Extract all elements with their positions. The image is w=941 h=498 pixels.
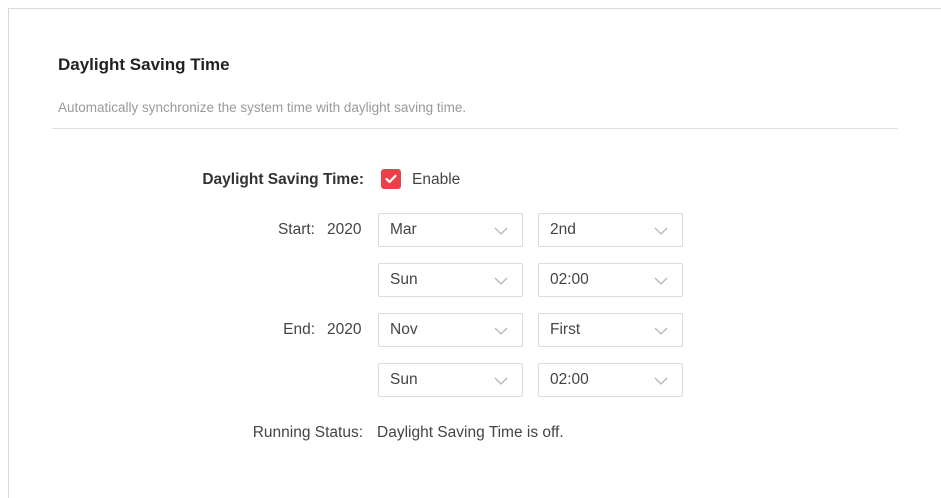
end-week-select[interactable]: First: [538, 313, 683, 347]
chevron-down-icon: [654, 327, 668, 335]
running-status-label: Running Status:: [252, 424, 363, 441]
chevron-down-icon: [654, 277, 668, 285]
end-time-select[interactable]: 02:00: [538, 363, 683, 397]
check-icon: [385, 174, 397, 184]
start-week-value: 2nd: [550, 221, 576, 238]
running-status-value: Daylight Saving Time is off.: [377, 424, 564, 441]
dst-enable-label: Enable: [412, 171, 461, 188]
start-day-value: Sun: [390, 271, 418, 288]
end-month-select[interactable]: Nov: [378, 313, 523, 347]
chevron-down-icon: [654, 227, 668, 235]
end-day-select[interactable]: Sun: [378, 363, 523, 397]
chevron-down-icon: [494, 227, 508, 235]
start-week-select[interactable]: 2nd: [538, 213, 683, 247]
start-year: 2020: [327, 221, 362, 238]
chevron-down-icon: [654, 377, 668, 385]
start-time-select[interactable]: 02:00: [538, 263, 683, 297]
end-day-value: Sun: [390, 371, 418, 388]
chevron-down-icon: [494, 277, 508, 285]
start-time-value: 02:00: [550, 271, 589, 288]
start-label: Start:: [277, 221, 315, 238]
dst-enable-checkbox[interactable]: [381, 169, 401, 189]
start-month-select[interactable]: Mar: [378, 213, 523, 247]
section-description: Automatically synchronize the system tim…: [58, 100, 467, 115]
end-year: 2020: [327, 321, 362, 338]
end-month-value: Nov: [390, 321, 418, 338]
end-label: End:: [283, 321, 315, 338]
start-month-value: Mar: [390, 221, 417, 238]
start-day-select[interactable]: Sun: [378, 263, 523, 297]
end-week-value: First: [550, 321, 581, 338]
divider: [52, 128, 898, 129]
section-title: Daylight Saving Time: [58, 55, 230, 74]
dst-label: Daylight Saving Time:: [202, 171, 364, 188]
chevron-down-icon: [494, 327, 508, 335]
chevron-down-icon: [494, 377, 508, 385]
end-time-value: 02:00: [550, 371, 589, 388]
